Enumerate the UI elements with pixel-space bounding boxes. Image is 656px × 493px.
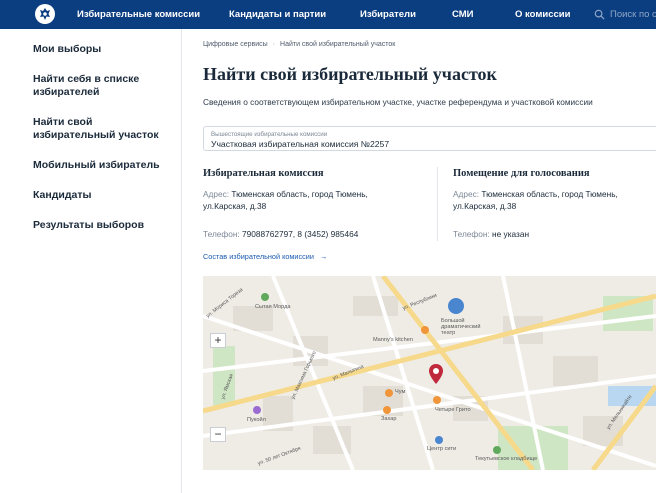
poi-label: Сытая Морда xyxy=(255,304,291,310)
nav-media[interactable]: СМИ xyxy=(452,9,473,20)
emblem-logo[interactable] xyxy=(35,4,55,24)
commission-composition-link[interactable]: Состав избирательной комиссии → xyxy=(203,252,327,261)
commission-select-label: Вышестоящие избирательные комиссии xyxy=(211,131,328,138)
poi-label: Большой драматический театр xyxy=(441,318,481,336)
voting-room-phone-label: Телефон: xyxy=(453,229,490,239)
eagle-emblem-icon xyxy=(40,8,50,20)
zoom-out-button[interactable]: − xyxy=(210,427,226,442)
commission-address-line2: ул.Карская, д.38 xyxy=(203,201,267,211)
breadcrumb: Цифровые сервисы · Найти свой избирательны… xyxy=(203,41,395,48)
cafe-icon xyxy=(433,396,441,404)
cemetery-icon xyxy=(493,446,501,454)
breadcrumb-digital-services[interactable]: Цифровые сервисы xyxy=(203,41,268,48)
page-title: Найти свой избирательный участок xyxy=(203,64,497,84)
column-divider xyxy=(437,167,438,241)
location-marker-icon[interactable] xyxy=(429,364,443,384)
top-navigation: Избирательные комиссии Кандидаты и парти… xyxy=(0,0,656,29)
nav-about-commission[interactable]: О комиссии xyxy=(515,9,570,20)
nav-candidates-parties[interactable]: Кандидаты и партии xyxy=(229,9,326,20)
voting-room-phone-value: не указан xyxy=(492,229,530,239)
restaurant-icon xyxy=(261,293,269,301)
poi-label: Захар xyxy=(381,416,397,422)
commission-heading: Избирательная комиссия xyxy=(203,168,324,179)
sidebar-item-election-results[interactable]: Результаты выборов xyxy=(33,219,173,232)
commission-phone-value: 79088762797, 8 (3452) 985464 xyxy=(242,229,359,239)
arrow-right-icon: → xyxy=(319,252,328,261)
polling-station-map[interactable]: ул. Мориса Тореза ул. Республики ул. Мал… xyxy=(203,276,656,470)
poi-label: Пукойл xyxy=(247,417,266,423)
cafe-icon xyxy=(421,326,429,334)
page-subtitle: Сведения о соответствующем избирательном… xyxy=(203,97,593,107)
voting-room-heading: Помещение для голосования xyxy=(453,168,590,179)
poi-label: Чум xyxy=(395,389,406,395)
commission-address: Адрес: Тюменская область, город Тюмень, … xyxy=(203,188,423,212)
poi-label: Центр сити xyxy=(427,446,457,452)
commission-address-line1: Тюменская область, город Тюмень, xyxy=(231,189,368,199)
commission-select-value: Участковая избирательная комиссия №2257 xyxy=(211,139,390,149)
sidebar-item-find-polling-station[interactable]: Найти свой избирательный участок xyxy=(33,116,173,142)
theater-icon xyxy=(448,298,464,314)
sidebar-item-mobile-voter[interactable]: Мобильный избиратель xyxy=(33,159,173,172)
voting-room-address-line1: Тюменская область, город Тюмень, xyxy=(481,189,618,199)
poi-label: Manny's kitchen xyxy=(373,337,413,343)
breadcrumb-current: Найти свой избирательный участок xyxy=(280,41,396,48)
cafe-icon xyxy=(383,406,391,414)
voting-room-address: Адрес: Тюменская область, город Тюмень, … xyxy=(453,188,653,212)
commission-select[interactable]: Вышестоящие избирательные комиссии Участ… xyxy=(203,126,656,151)
search-field[interactable]: Поиск по сайту xyxy=(594,8,656,22)
nav-election-commissions[interactable]: Избирательные комиссии xyxy=(77,9,200,20)
breadcrumb-separator: · xyxy=(272,41,276,48)
zoom-in-button[interactable]: + xyxy=(210,333,226,348)
sidebar: Мои выборы Найти себя в списке избирател… xyxy=(0,29,182,493)
poi-label: Текутьевское кладбище xyxy=(475,456,538,462)
sidebar-item-candidates[interactable]: Кандидаты xyxy=(33,189,173,202)
commission-phone: Телефон: 79088762797, 8 (3452) 985464 xyxy=(203,228,433,240)
shopping-icon xyxy=(435,436,443,444)
commission-address-label: Адрес: xyxy=(203,189,230,199)
nav-voters[interactable]: Избиратели xyxy=(360,9,416,20)
commission-composition-label: Состав избирательной комиссии xyxy=(203,252,314,261)
commission-phone-label: Телефон: xyxy=(203,229,240,239)
poi-label: Четыре Грито xyxy=(435,407,471,413)
search-icon xyxy=(594,9,605,20)
shop-icon xyxy=(253,406,261,414)
voting-room-address-label: Адрес: xyxy=(453,189,480,199)
voting-room-address-line2: ул.Карская, д.38 xyxy=(453,201,517,211)
cafe-icon xyxy=(385,389,393,397)
search-placeholder: Поиск по сайту xyxy=(610,9,656,20)
voting-room-phone: Телефон: не указан xyxy=(453,228,653,240)
sidebar-item-find-in-voter-list[interactable]: Найти себя в списке избирателей xyxy=(33,73,173,99)
sidebar-item-my-elections[interactable]: Мои выборы xyxy=(33,43,173,56)
